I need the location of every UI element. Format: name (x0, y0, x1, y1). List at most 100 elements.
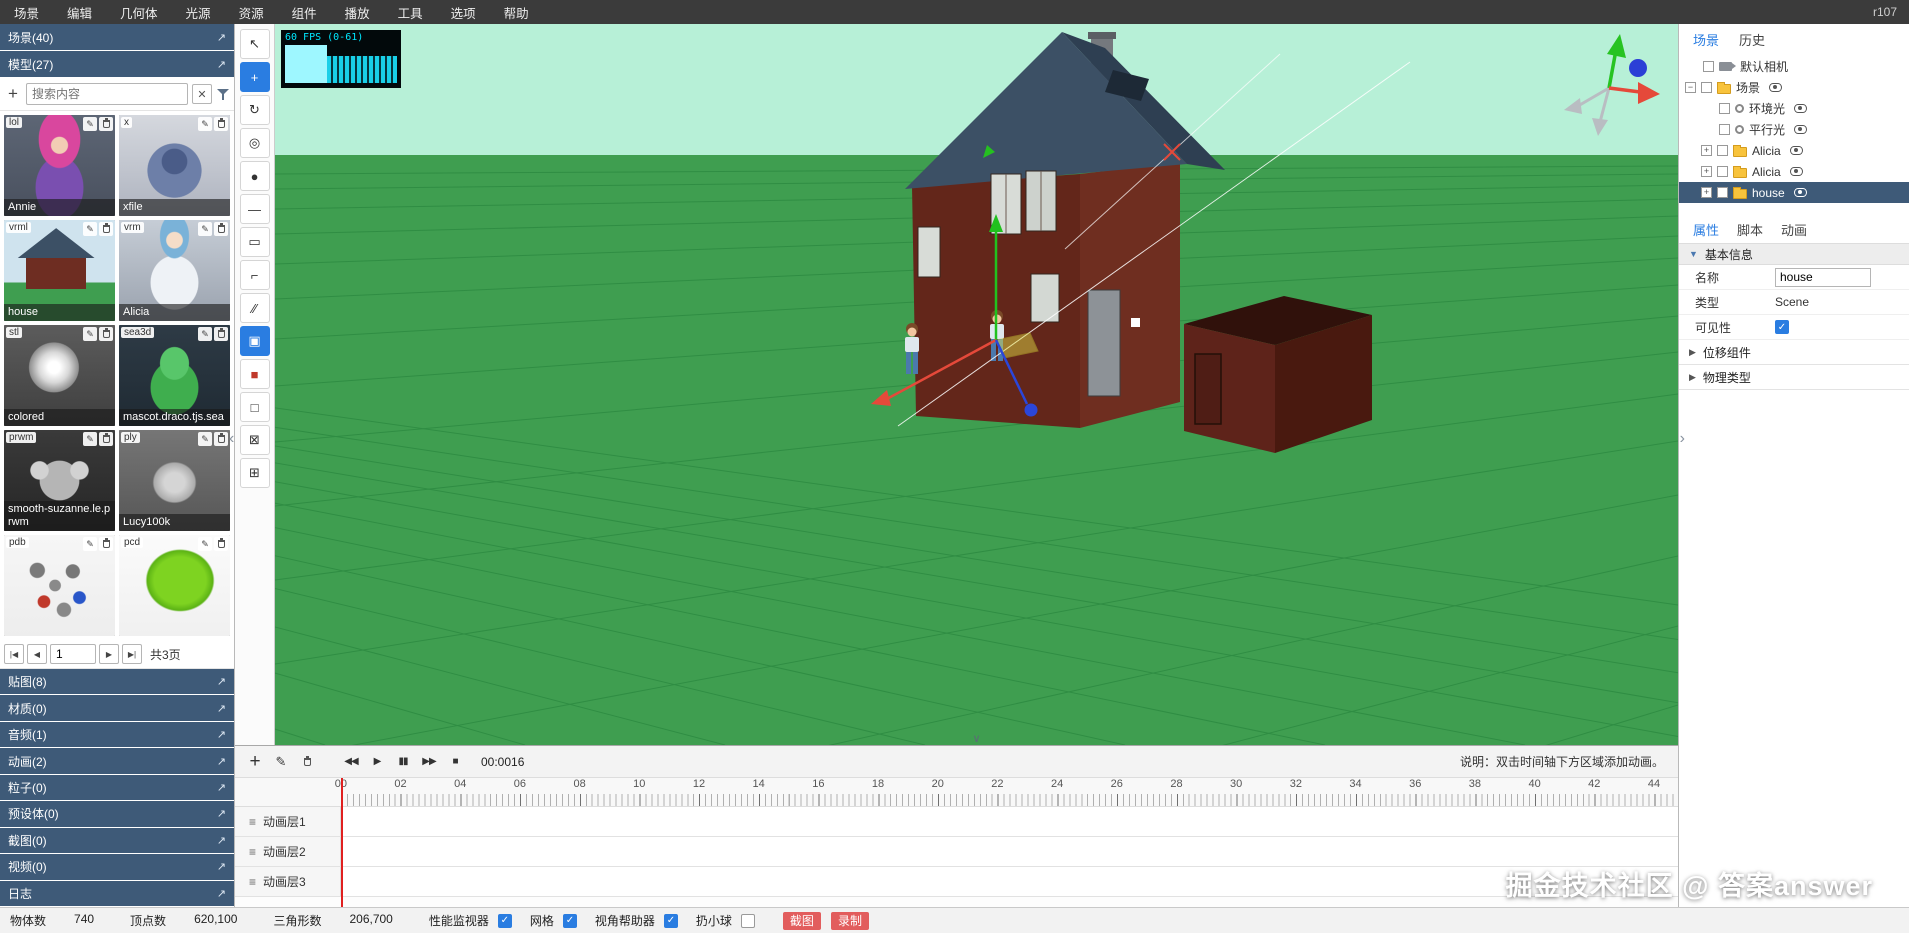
edit-icon[interactable]: ✎ (198, 432, 212, 446)
grid-checkbox[interactable]: ✓ (562, 913, 577, 928)
expand-icon[interactable]: + (1701, 166, 1712, 177)
sidebar-panel-header[interactable]: 预设体(0) ↗ (0, 801, 234, 827)
delete-icon[interactable] (214, 222, 228, 236)
tab-history[interactable]: 历史 (1739, 30, 1765, 49)
tab-scene[interactable]: 场景 (1693, 30, 1719, 49)
tree-item-alicia-2[interactable]: + Alicia (1679, 161, 1909, 182)
edit-icon[interactable]: ✎ (198, 327, 212, 341)
model-thumbnail[interactable]: pcd ✎ (119, 535, 230, 636)
node-checkbox[interactable] (1719, 103, 1730, 114)
search-input[interactable] (26, 83, 188, 105)
rewind-button[interactable]: ◀◀ (339, 750, 363, 774)
animation-track[interactable] (341, 807, 1678, 836)
section-transform[interactable]: ▶ 位移组件 (1679, 340, 1909, 365)
sidebar-panel-header[interactable]: 贴图(8) ↗ (0, 669, 234, 695)
sidebar-panel-header[interactable]: 截图(0) ↗ (0, 827, 234, 854)
edit-icon[interactable]: ✎ (83, 222, 97, 236)
tree-item-house[interactable]: + house (1679, 182, 1909, 203)
animation-track[interactable] (341, 867, 1678, 896)
red-box-tool[interactable]: ■ (239, 359, 270, 389)
timeline-ruler[interactable]: 0002040608101214161820222426283032343638… (235, 778, 1678, 807)
point-tool[interactable]: ● (239, 161, 270, 191)
visibility-eye-icon[interactable] (1789, 146, 1803, 155)
tree-item-ambient-light[interactable]: 环境光 (1679, 98, 1909, 119)
pause-button[interactable]: ▮▮ (391, 750, 415, 774)
throw-ball-checkbox[interactable] (740, 913, 755, 928)
expand-panel-icon[interactable]: ↗ (217, 31, 226, 44)
visibility-eye-icon[interactable] (1794, 104, 1808, 113)
edit-icon[interactable]: ✎ (83, 432, 97, 446)
node-checkbox[interactable] (1717, 187, 1728, 198)
animation-layer-row[interactable]: ≡ 动画层3 (235, 867, 1678, 897)
next-page-button[interactable]: ▶ (99, 644, 119, 664)
menu-item[interactable]: 帮助 (490, 0, 543, 24)
play-button[interactable]: ▶ (365, 750, 389, 774)
last-page-button[interactable]: ▶| (122, 644, 142, 664)
collapse-timeline-handle[interactable]: ∨ (972, 733, 980, 745)
animation-track[interactable] (341, 837, 1678, 866)
performance-monitor-checkbox[interactable]: ✓ (497, 913, 512, 928)
tree-item-default-camera[interactable]: 默认相机 (1679, 56, 1909, 77)
model-thumbnail[interactable]: pdb ✎ (4, 535, 115, 636)
record-button[interactable]: 录制 (830, 911, 869, 930)
tree-item-scene[interactable]: − 场景 (1679, 77, 1909, 98)
playhead[interactable] (341, 778, 343, 907)
sidebar-panel-header[interactable]: 视频(0) ↗ (0, 854, 234, 880)
sidebar-panel-header[interactable]: 粒子(0) ↗ (0, 774, 234, 801)
drag-handle-icon[interactable]: ≡ (249, 875, 256, 889)
model-thumbnail[interactable]: sea3d ✎ mascot.draco.tjs.sea (119, 325, 230, 426)
stop-button[interactable]: ■ (443, 750, 467, 774)
node-checkbox[interactable] (1717, 145, 1728, 156)
delete-icon[interactable] (99, 432, 113, 446)
tab-properties[interactable]: 属性 (1693, 220, 1719, 239)
rect-tool[interactable]: ▭ (239, 227, 270, 257)
line-tool[interactable]: — (239, 194, 270, 224)
zoom-fit-tool[interactable]: ◎ (239, 128, 270, 158)
box-tool[interactable]: ▣ (239, 326, 270, 356)
visibility-eye-icon[interactable] (1789, 167, 1803, 176)
filter-funnel-icon[interactable] (216, 87, 230, 101)
menu-item[interactable]: 组件 (278, 0, 331, 24)
collapse-left-panel-handle[interactable]: ‹ (229, 430, 234, 448)
model-thumbnail[interactable]: vrm ✎ Alicia (119, 220, 230, 321)
sidebar-panel-header[interactable]: 材质(0) ↗ (0, 695, 234, 721)
translate-tool[interactable]: + (239, 62, 270, 92)
visibility-eye-icon[interactable] (1769, 83, 1783, 92)
expand-panel-icon[interactable]: ↗ (217, 755, 226, 768)
menu-item[interactable]: 几何体 (106, 0, 172, 24)
edit-icon[interactable]: ✎ (198, 537, 212, 551)
edit-icon[interactable]: ✎ (83, 117, 97, 131)
edit-animation-button[interactable]: ✎ (269, 750, 293, 774)
delete-icon[interactable] (214, 327, 228, 341)
delete-animation-button[interactable] (295, 750, 319, 774)
rotate-tool[interactable]: ↻ (239, 95, 270, 125)
tree-item-alicia-1[interactable]: + Alicia (1679, 140, 1909, 161)
expand-panel-icon[interactable]: ↗ (217, 702, 226, 715)
fast-forward-button[interactable]: ▶▶ (417, 750, 441, 774)
node-checkbox[interactable] (1717, 166, 1728, 177)
animation-layer-row[interactable]: ≡ 动画层1 (235, 807, 1678, 837)
expand-icon[interactable]: + (1701, 145, 1712, 156)
delete-icon[interactable] (214, 537, 228, 551)
sidebar-panel-header[interactable]: 动画(2) ↗ (0, 748, 234, 774)
collapse-icon[interactable]: − (1685, 82, 1696, 93)
grid-tool[interactable]: ⊞ (239, 458, 270, 488)
expand-panel-icon[interactable]: ↗ (217, 58, 226, 71)
scene-canvas[interactable] (275, 24, 1678, 745)
page-number-input[interactable] (50, 644, 96, 664)
model-thumbnail[interactable]: ply ✎ Lucy100k (119, 430, 230, 531)
menu-item[interactable]: 场景 (0, 0, 53, 24)
edit-icon[interactable]: ✎ (198, 222, 212, 236)
name-input[interactable] (1775, 267, 1871, 287)
expand-panel-icon[interactable]: ↗ (217, 887, 226, 900)
wireframe-box-tool[interactable]: ⊠ (239, 425, 270, 455)
tab-script[interactable]: 脚本 (1737, 220, 1763, 239)
add-animation-button[interactable]: + (243, 750, 267, 774)
section-basic-info[interactable]: ▼ 基本信息 (1679, 243, 1909, 265)
node-checkbox[interactable] (1719, 124, 1730, 135)
menu-item[interactable]: 工具 (384, 0, 437, 24)
panel-header-scene[interactable]: 场景(40) ↗ (0, 24, 234, 50)
expand-panel-icon[interactable]: ↗ (217, 728, 226, 741)
add-model-button[interactable]: + (4, 85, 22, 103)
delete-icon[interactable] (99, 537, 113, 551)
